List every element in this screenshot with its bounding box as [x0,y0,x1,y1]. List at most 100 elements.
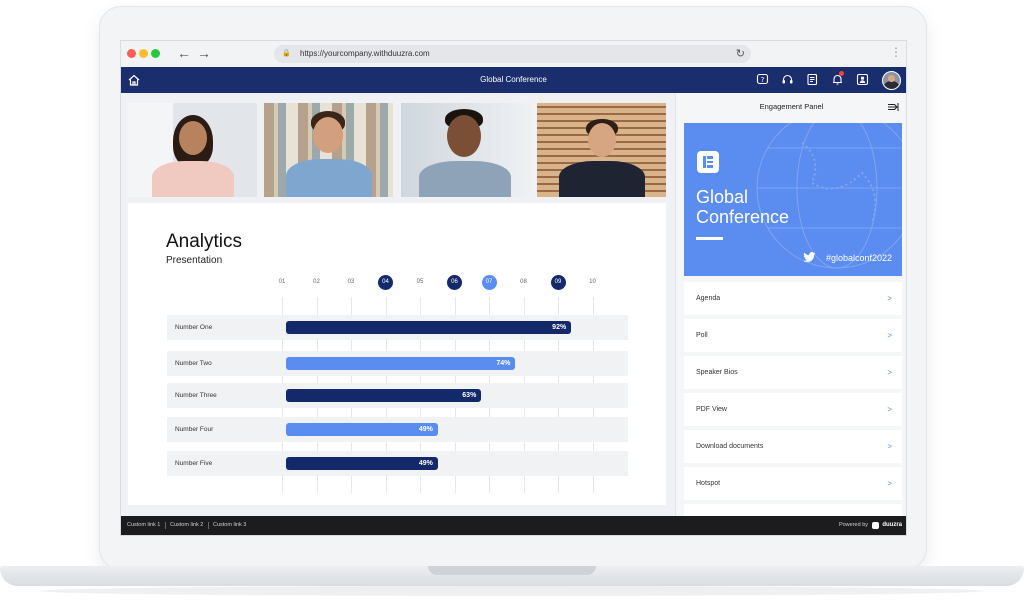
person-body [286,159,372,197]
twitter-icon[interactable] [803,252,816,263]
app-footer: Custom link 1 Custom link 2 Custom link … [121,516,906,535]
notification-badge [839,71,844,76]
notes-icon[interactable] [806,73,819,86]
chart-tick-label: 02 [313,279,320,285]
chevron-right-icon: > [887,405,892,414]
presentation-slide: Analytics Presentation 01 02 03 04 05 06 07 08 0… [128,203,666,505]
panel-title: Engagement Panel [759,102,824,111]
chart-tick-label: 01 [278,279,286,285]
person-face [313,117,343,153]
svg-text:?: ? [761,76,765,84]
chevron-right-icon: > [887,504,892,516]
main-stage: Analytics Presentation 01 02 03 04 05 06 07 08 0… [121,93,675,516]
panel-menu-item[interactable]: Speaker Bios > [684,356,902,389]
chart-value-label: 49% [418,460,433,467]
panel-menu-item[interactable]: Poll > [684,319,902,352]
duuzra-logo-icon [697,151,719,173]
slide-title: Analytics [166,231,243,252]
window-maximize-button[interactable] [151,49,160,58]
window-minimize-button[interactable] [139,49,148,58]
video-tile[interactable] [401,103,530,197]
help-icon[interactable]: ? [756,73,769,86]
chart-value-label: 74% [496,360,511,367]
browser-menu-icon[interactable]: ⋮ [890,45,902,59]
chart-value-label: 92% [552,324,567,331]
chart-tick-label: 06 [447,275,462,290]
chart-bar[interactable]: 63% [286,389,482,402]
duuzra-mark-icon [872,522,879,529]
laptop-notch [428,566,596,575]
slide-subtitle: Presentation [166,255,223,266]
chart-bar[interactable]: 74% [286,357,516,370]
hero-hashtag: #globalconf2022 [825,253,892,263]
panel-menu-item[interactable]: PDF View > [684,393,902,426]
contact-card-icon[interactable] [856,73,869,86]
footer-link-2[interactable]: Custom link 2 [170,516,203,535]
chart-row: Number Five 49% [167,451,628,476]
chart-tick-label: 03 [347,279,355,285]
panel-menu-item[interactable]: Reveal list > [684,504,902,516]
event-hero-card: Global Conference #globalconf2022 [684,123,902,276]
hero-title-line1: Global [696,187,749,207]
footer-link-3[interactable]: Custom link 3 [213,516,246,535]
chart-tick-label: 04 [378,275,393,290]
person-face [447,115,481,157]
app-header: Global Conference ? [121,67,906,93]
chart-row: Number Three 63% [167,383,628,408]
headset-icon[interactable] [781,73,794,86]
panel-menu-label: PDF View [696,406,727,413]
chart-row: Number Four 49% [167,417,628,442]
footer-link-1[interactable]: Custom link 1 [127,516,160,535]
chart-category-label: Number Two [175,360,212,367]
footer-separator [165,522,166,529]
panel-menu-item[interactable]: Hotspot > [684,467,902,500]
chart-tick-label: 07 [481,275,497,290]
laptop-screen: ← → 🔒 https://yourcompany.withduuzra.com… [120,40,907,536]
footer-separator [208,522,209,529]
engagement-panel: Engagement Panel Global Conference #glob… [675,93,906,516]
chart-bar[interactable]: 49% [286,457,438,470]
powered-by-brand[interactable]: duuzra [882,516,902,535]
panel-menu-label: Agenda [696,295,721,302]
chevron-right-icon: > [887,479,892,488]
chevron-right-icon: > [887,331,892,340]
panel-menu-item[interactable]: Agenda > [684,282,902,315]
chevron-right-icon: > [887,442,892,451]
hero-title-line2: Conference [696,207,790,227]
collapse-panel-icon[interactable] [887,101,899,113]
window-close-button[interactable] [127,49,136,58]
chart-category-label: Number Five [175,460,213,467]
address-bar[interactable]: 🔒 https://yourcompany.withduuzra.com ↻ [274,45,751,63]
forward-arrow-icon[interactable]: → [197,45,211,61]
chart-row: Number Two 74% [167,351,628,376]
chart-bar[interactable]: 49% [286,423,438,436]
panel-menu-label: Hotspot [696,480,721,487]
video-tile[interactable] [264,103,393,197]
video-tile[interactable] [128,103,257,197]
panel-menu-label: Download documents [696,443,764,450]
panel-menu-item[interactable]: Download documents > [684,430,902,463]
person-face [179,121,207,155]
hero-divider [696,237,723,240]
person-body [419,161,511,197]
panel-menu-label: Reveal list [696,504,728,516]
chart-bar[interactable]: 92% [286,321,572,334]
person-face [588,123,616,157]
reload-icon[interactable]: ↻ [736,45,745,63]
person-body [152,161,234,197]
powered-by-label: Powered by [838,522,868,528]
chart-category-label: Number One [175,324,213,331]
user-avatar[interactable] [882,71,901,90]
back-arrow-icon[interactable]: ← [177,45,191,61]
address-url: https://yourcompany.withduuzra.com [300,49,430,58]
hero-title: Global Conference [696,187,789,227]
chart-category-label: Number Three [175,392,217,399]
video-tile[interactable] [537,103,666,197]
chart-value-label: 63% [462,392,477,399]
chart-row: Number One 92% [167,315,628,340]
chart-tick-label: 08 [520,279,527,285]
chart-category-label: Number Four [175,426,214,433]
browser-toolbar: ← → 🔒 https://yourcompany.withduuzra.com… [121,41,906,68]
chart-value-label: 49% [418,426,433,433]
person-body [559,161,645,197]
